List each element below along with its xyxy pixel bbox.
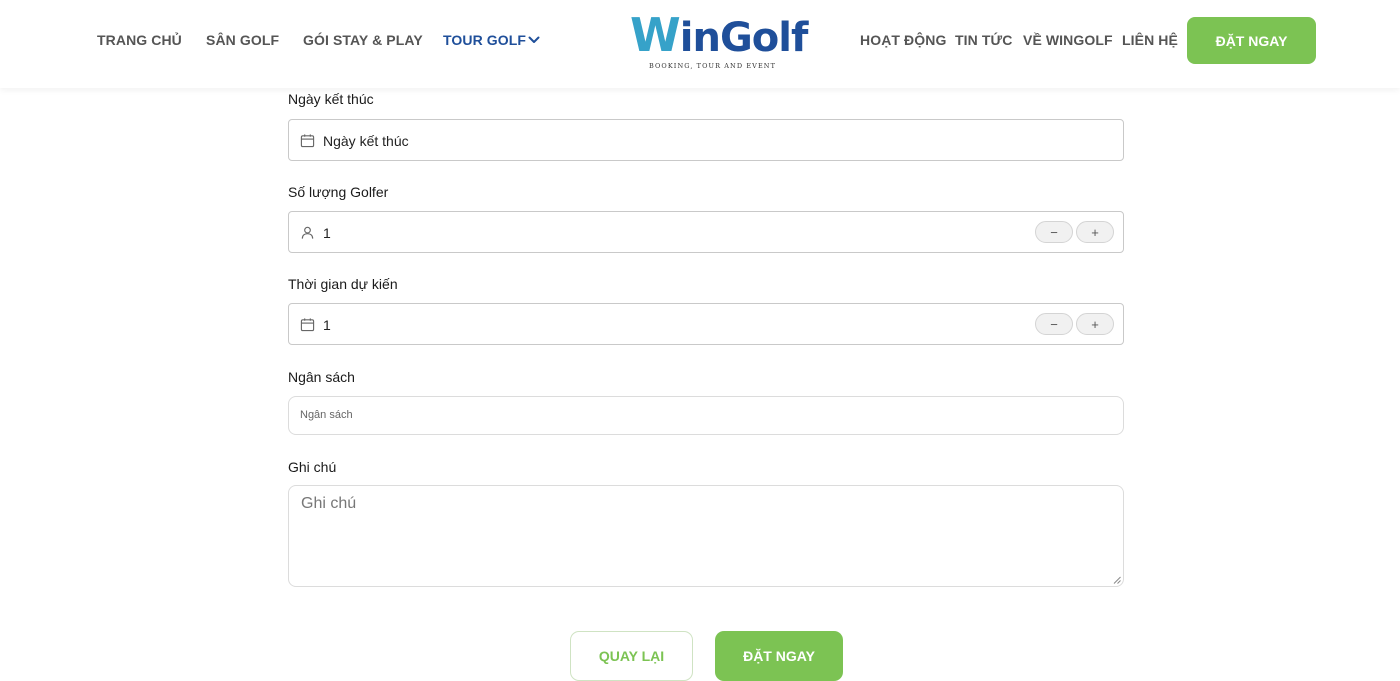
end-date-label: Ngày kết thúc (288, 91, 374, 107)
chevron-down-icon[interactable] (527, 33, 541, 47)
budget-input[interactable]: Ngân sách (288, 396, 1124, 435)
golfer-count-field[interactable]: 1 − + (288, 211, 1124, 253)
site-header: TRANG CHỦ SÂN GOLF GÓI STAY & PLAY TOUR … (0, 0, 1400, 88)
note-textarea[interactable]: Ghi chú (288, 485, 1124, 587)
duration-increment-button[interactable]: + (1076, 313, 1114, 335)
duration-decrement-button[interactable]: − (1035, 313, 1073, 335)
nav-stay-play[interactable]: GÓI STAY & PLAY (303, 31, 423, 49)
nav-news[interactable]: TIN TỨC (955, 31, 1012, 49)
golfer-count-label: Số lượng Golfer (288, 184, 389, 200)
calendar-icon (300, 318, 315, 332)
golfer-count-value[interactable]: 1 (323, 224, 331, 242)
nav-contact[interactable]: LIÊN HỆ (1122, 31, 1178, 49)
duration-field[interactable]: 1 − + (288, 303, 1124, 345)
golfer-increment-button[interactable]: + (1076, 221, 1114, 243)
nav-activities[interactable]: HOẠT ĐỘNG (860, 31, 946, 49)
wingolf-logo[interactable]: WinGolf BOOKING, TOUR AND EVENT (630, 8, 808, 72)
end-date-input[interactable]: Ngày kết thúc (288, 119, 1124, 161)
book-now-header-button[interactable]: ĐẶT NGAY (1187, 17, 1316, 64)
duration-label: Thời gian dự kiến (288, 276, 398, 292)
nav-home[interactable]: TRANG CHỦ (97, 31, 182, 49)
note-label: Ghi chú (288, 459, 337, 475)
end-date-value: Ngày kết thúc (323, 133, 409, 149)
book-now-button[interactable]: ĐẶT NGAY (715, 631, 843, 681)
nav-tour-golf[interactable]: TOUR GOLF (443, 31, 526, 49)
nav-about[interactable]: VỀ WINGOLF (1023, 31, 1113, 49)
duration-value[interactable]: 1 (323, 316, 331, 334)
budget-placeholder: Ngân sách (300, 409, 353, 421)
logo-tagline: BOOKING, TOUR AND EVENT (649, 62, 777, 70)
back-button[interactable]: QUAY LẠI (570, 631, 693, 681)
logo-wordmark: WinGolf (630, 8, 808, 62)
nav-golf-courses[interactable]: SÂN GOLF (206, 31, 279, 49)
resize-handle-icon[interactable] (1113, 576, 1121, 584)
note-placeholder: Ghi chú (301, 495, 357, 512)
user-icon (301, 226, 314, 239)
golfer-decrement-button[interactable]: − (1035, 221, 1073, 243)
budget-label: Ngân sách (288, 369, 355, 385)
calendar-icon (300, 134, 315, 148)
